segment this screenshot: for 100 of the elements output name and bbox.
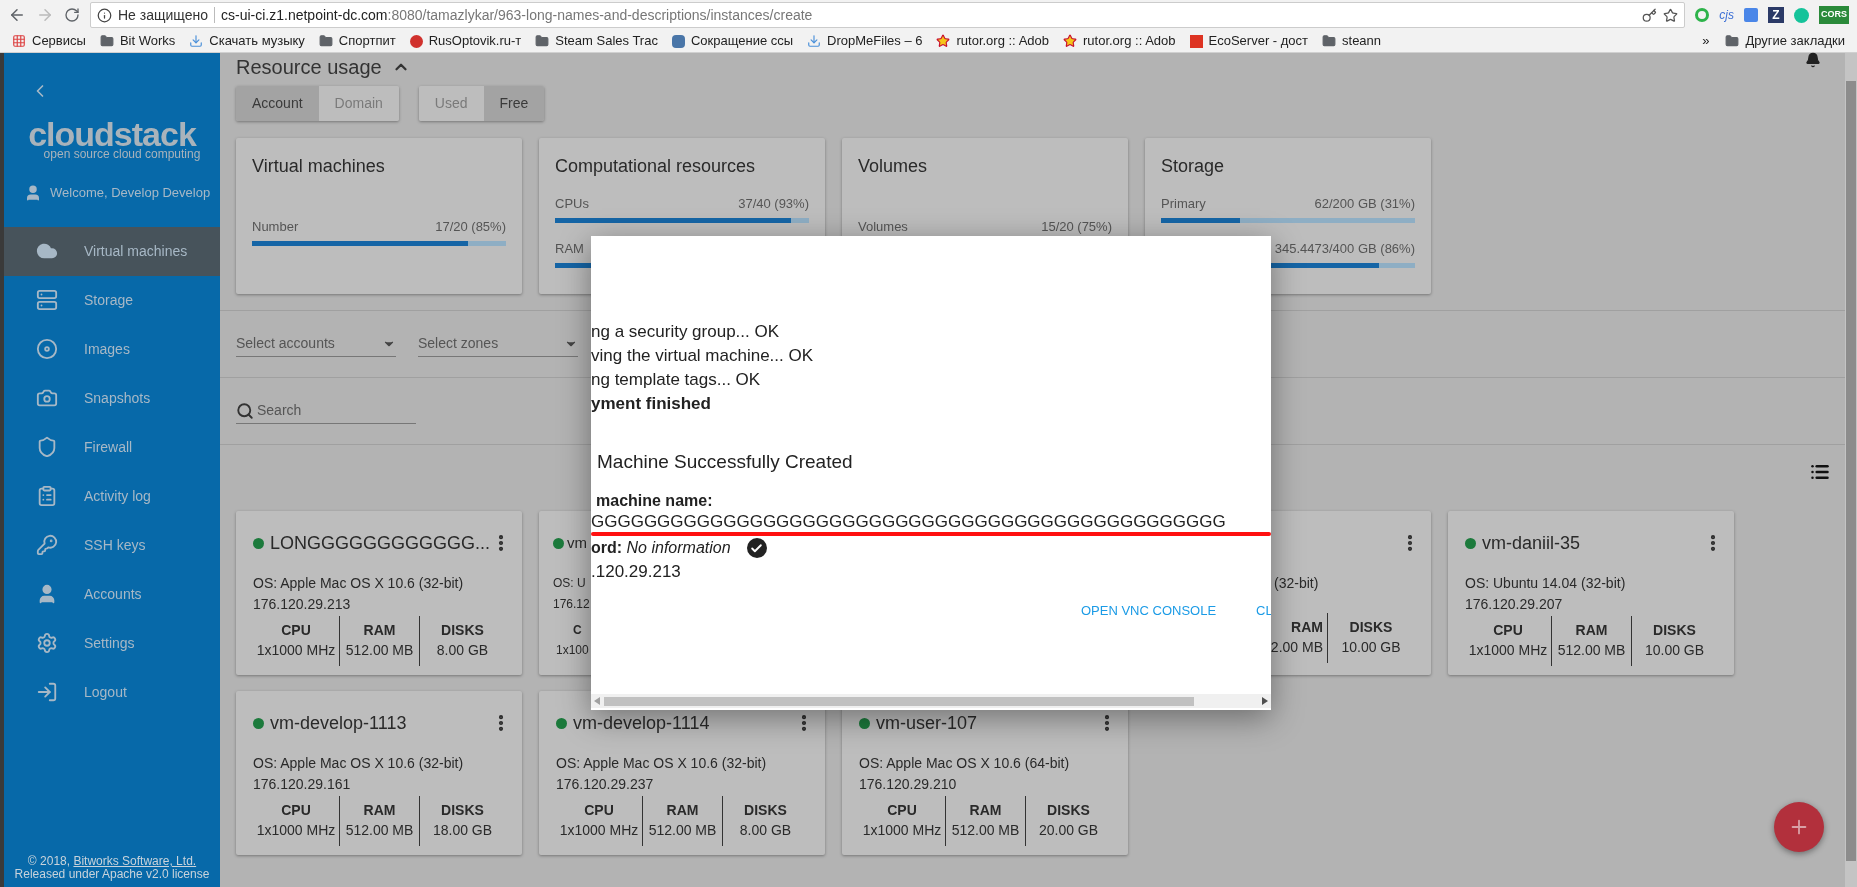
address-field[interactable]: Не защищено cs-ui-ci.z1.netpoint-dc.com:8080/tamazlykar/963-long-names-and-descriptions/instances/create bbox=[90, 2, 1686, 28]
nav-item[interactable]: Virtual machines bbox=[4, 226, 220, 276]
star-icon bbox=[1063, 34, 1077, 48]
vnc-button[interactable]: OPEN VNC CONSOLE bbox=[1073, 596, 1225, 626]
site-icon bbox=[409, 34, 423, 48]
vm-os: OS: Apple Mac OS X 10.6 (32-bit) bbox=[253, 754, 464, 772]
vm-os: OS: U bbox=[553, 575, 586, 592]
company-link[interactable]: Bitworks Software, Ltd. bbox=[73, 854, 197, 868]
machine-name: GGGGGGGGGGGGGGGGGGGGGGGGGGGGGGGGGGGGGGGGGGGGGGGG bbox=[591, 511, 1226, 533]
folder-icon bbox=[535, 34, 550, 48]
tab[interactable]: Free bbox=[483, 86, 545, 121]
star-icon bbox=[936, 34, 951, 48]
nav-item[interactable]: Firewall bbox=[4, 422, 220, 472]
copyright-text: © 2018, Bitworks Software, Ltd. bbox=[27, 855, 197, 868]
disc-icon bbox=[36, 338, 58, 360]
vm-os: OS: Ubuntu 14.04 (32-bit) bbox=[1465, 574, 1626, 592]
spec-value: 512.00 MB bbox=[951, 821, 1020, 840]
download-icon bbox=[807, 34, 822, 48]
extension-label[interactable]: Z bbox=[1768, 7, 1784, 23]
bookmark[interactable]: DropMeFiles – 6 bbox=[807, 31, 923, 51]
list-view-icon[interactable] bbox=[1810, 462, 1830, 482]
bookmark-star-icon[interactable] bbox=[1663, 7, 1679, 23]
spec-label: RAM bbox=[969, 801, 1002, 819]
search-icon bbox=[236, 401, 254, 420]
vm-name: vm-user-107 bbox=[876, 711, 978, 735]
bookmark[interactable]: Другие закладки bbox=[1725, 31, 1845, 51]
tab[interactable]: Account bbox=[236, 86, 319, 121]
bookmark[interactable]: Bit Works bbox=[99, 31, 176, 51]
meter-reading: 37/40 (93%) bbox=[738, 195, 809, 212]
log-line: ng a security group... OK bbox=[591, 321, 780, 343]
spec-value: 2.00 MB bbox=[1270, 638, 1323, 657]
tab[interactable]: Used bbox=[418, 86, 484, 121]
vm-os: OS: Apple Mac OS X 10.6 (32-bit) bbox=[556, 754, 767, 772]
bookmark[interactable]: EcoServer - дост bbox=[1189, 31, 1309, 51]
bookmark[interactable]: rutor.org :: Adob bbox=[1063, 31, 1176, 51]
spec-value: 10.00 GB bbox=[1341, 638, 1401, 657]
horizontal-scrollbar[interactable] bbox=[591, 694, 1271, 708]
security-label: Не защищено bbox=[118, 5, 208, 25]
bookmarks-overflow[interactable]: » bbox=[1702, 31, 1710, 51]
extension-label[interactable]: CORS bbox=[1819, 6, 1849, 24]
scrollbar[interactable] bbox=[1845, 53, 1857, 887]
bookmark[interactable]: Спортпит bbox=[318, 31, 396, 51]
spec-label: RAM bbox=[363, 801, 396, 819]
check-icon bbox=[746, 538, 767, 558]
nav-item[interactable]: Activity log bbox=[4, 471, 220, 521]
add-button[interactable] bbox=[1774, 802, 1824, 852]
nav-item[interactable]: Logout bbox=[4, 667, 220, 717]
spec-label: DISKS bbox=[441, 801, 484, 819]
nav-item[interactable]: Snapshots bbox=[4, 373, 220, 423]
select-field[interactable]: Select accounts bbox=[236, 331, 396, 357]
vm-ip: 176.120.29.161 bbox=[253, 775, 351, 793]
bookmark[interactable]: RusOptovik.ru-т bbox=[409, 31, 522, 51]
settings-icon bbox=[36, 632, 58, 654]
spec-value: 20.00 GB bbox=[1038, 821, 1099, 840]
log-line: ng template tags... OK bbox=[591, 369, 761, 391]
spec-label: RAM bbox=[666, 801, 699, 819]
bookmark[interactable]: steann bbox=[1322, 31, 1382, 51]
vm-ip: 176.120.29.237 bbox=[556, 775, 654, 793]
apps-icon bbox=[12, 34, 26, 48]
bookmark[interactable]: Скачать музыку bbox=[189, 31, 305, 51]
nav-item[interactable]: Storage bbox=[4, 275, 220, 325]
card-title: Storage bbox=[1161, 155, 1226, 178]
key-icon[interactable] bbox=[1642, 7, 1658, 23]
nav-item[interactable]: Accounts bbox=[4, 569, 220, 619]
reload-icon[interactable] bbox=[64, 7, 80, 23]
folder-icon bbox=[1322, 34, 1337, 48]
tab[interactable]: Domain bbox=[318, 86, 399, 121]
spec-value: 512.00 MB bbox=[345, 821, 414, 840]
spec-label: DISKS bbox=[1349, 618, 1393, 636]
select-field[interactable]: Select zones bbox=[418, 331, 578, 357]
spec-label: CPU bbox=[281, 621, 311, 639]
spec-label: CPU bbox=[584, 801, 614, 819]
logout-icon bbox=[36, 681, 58, 703]
user-icon bbox=[24, 183, 42, 202]
vm-name: vm-develop-1113 bbox=[270, 711, 407, 735]
nav-item[interactable]: SSH keys bbox=[4, 520, 220, 570]
spec-label: CPU bbox=[281, 801, 311, 819]
bookmark[interactable]: Steam Sales Trac bbox=[535, 31, 658, 51]
spec-value: 1x1000 MHz bbox=[1468, 641, 1548, 660]
back-icon[interactable] bbox=[8, 6, 26, 24]
spec-value: 1x1000 MHz bbox=[559, 821, 639, 840]
meter-label: Number bbox=[252, 217, 299, 235]
scroll-right-icon[interactable] bbox=[1262, 697, 1268, 705]
bookmark[interactable]: Сокращение ссы bbox=[671, 31, 794, 51]
spec-value: 1x1000 MHz bbox=[862, 821, 942, 840]
spec-label: DISKS bbox=[744, 801, 787, 819]
field-label: machine name: bbox=[596, 491, 713, 511]
extension-label[interactable]: cjs bbox=[1719, 6, 1734, 24]
download-icon bbox=[189, 34, 204, 48]
nav-item[interactable]: Images bbox=[4, 324, 220, 374]
nav-item[interactable]: Settings bbox=[4, 618, 220, 668]
spec-label: DISKS bbox=[1047, 801, 1090, 819]
vm-ip: 176.120.29.213 bbox=[253, 595, 351, 613]
search-field[interactable]: Search bbox=[236, 398, 416, 424]
bookmark[interactable]: Сервисы bbox=[12, 31, 86, 51]
spec-value: 512.00 MB bbox=[1557, 641, 1626, 660]
spec-label: DISKS bbox=[1653, 621, 1696, 639]
bookmark[interactable]: rutor.org :: Adob bbox=[936, 31, 1049, 51]
dialog-heading: Machine Successfully Created bbox=[597, 450, 853, 474]
bell-icon[interactable] bbox=[1805, 52, 1821, 68]
